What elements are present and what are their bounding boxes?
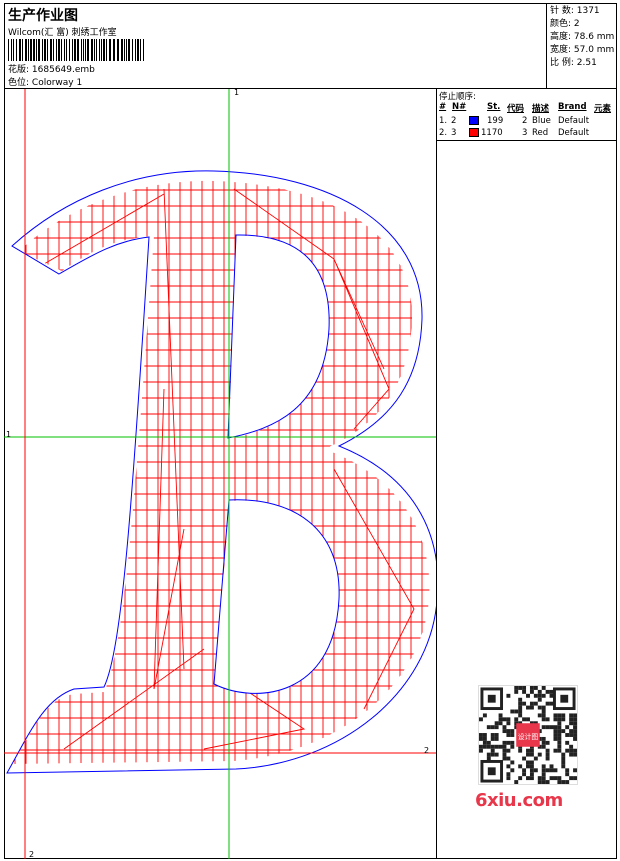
color-swatch (469, 128, 479, 137)
barcode-icon (8, 39, 144, 61)
color-swatch (469, 116, 479, 125)
stop-row: 1. 2 199 2 Blue Default (439, 116, 590, 126)
col-n: N# (452, 102, 467, 112)
stop-row: 2. 3 1170 3 Red Default (439, 128, 590, 138)
stats-panel: 针 数: 1371 颜色: 2 高度: 78.6 mm 宽度: 57.0 mm … (546, 3, 617, 89)
file-label: 花版: (8, 65, 30, 75)
design-height: 高度: 78.6 mm (550, 32, 615, 42)
guide-label-top: 1 (234, 89, 239, 97)
col-num: # (439, 102, 447, 112)
guide-label-bottom: 2 (29, 850, 34, 859)
design-width: 宽度: 57.0 mm (550, 45, 615, 55)
outline-stitches (6, 170, 436, 774)
color-count: 颜色: 2 (550, 19, 580, 29)
col-element: 元素 (594, 104, 612, 114)
file-name: 1685649.emb (31, 65, 95, 75)
fill-stitches (12, 180, 430, 764)
design-area: 1 1 2 2 (4, 89, 437, 859)
company-name: Wilcom(汇 富) 刺绣工作室 (8, 28, 117, 38)
stitch-count: 针 数: 1371 (550, 6, 600, 16)
file-info: 花版: 1685649.emb (8, 62, 95, 75)
page-title: 生产作业图 (8, 8, 78, 24)
embroidery-design: 1 1 2 2 (4, 89, 436, 859)
design-scale: 比 例: 2.51 (550, 58, 597, 68)
svg-text:设计图: 设计图 (518, 732, 539, 741)
stop-sequence-panel: 停止顺序: # N# St. 代码 描述 Brand 元素 1. 2 199 2… (437, 89, 617, 141)
header: 生产作业图 Wilcom(汇 富) 刺绣工作室 花版: 1685649.emb … (4, 3, 617, 89)
col-code: 代码 (507, 104, 525, 114)
qr-code-icon: 设计图 (478, 685, 578, 785)
stop-sequence-title: 停止顺序: (439, 92, 476, 102)
watermark-logo: 6xiu.com (475, 790, 563, 811)
col-desc: 描述 (532, 104, 550, 114)
watermark: 设计图 6xiu.com (470, 680, 585, 815)
colorway-info: 色位: Colorway 1 (8, 75, 82, 88)
colorway-name: Colorway 1 (31, 78, 83, 88)
col-st: St. (487, 102, 501, 112)
guide-label-right: 2 (424, 746, 429, 755)
col-brand: Brand (558, 102, 587, 112)
guide-label-left: 1 (6, 430, 11, 439)
colorway-label: 色位: (8, 78, 30, 88)
